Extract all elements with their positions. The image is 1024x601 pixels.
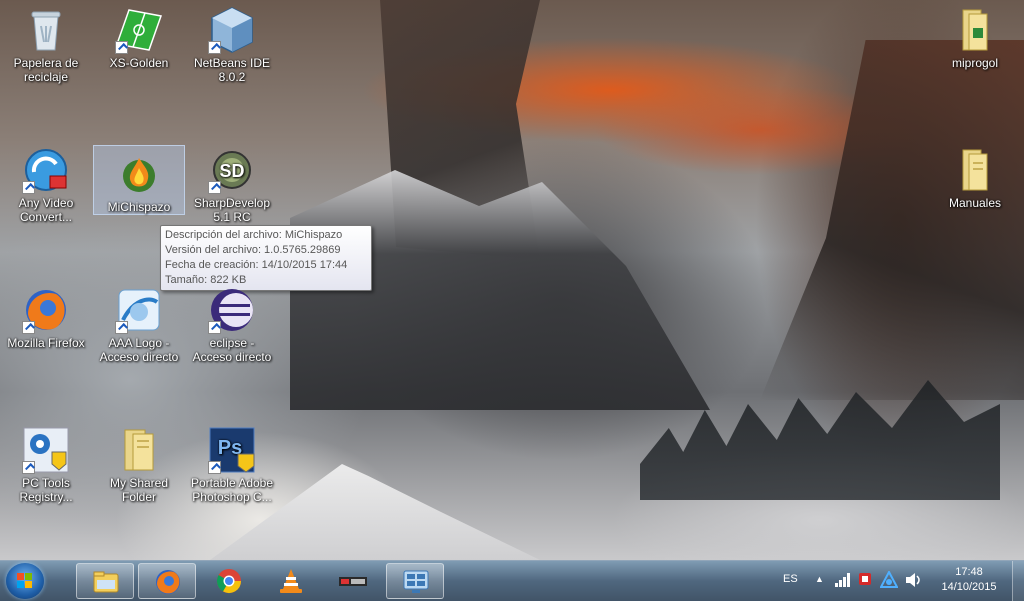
desktop-icon-eclipse[interactable]: eclipse - Acceso directo: [189, 286, 275, 364]
icon-label: miprogol: [951, 56, 999, 70]
taskbar-firefox-button[interactable]: [138, 563, 196, 599]
icon-label: MiChispazo: [107, 200, 171, 214]
desktop-icon-netbeans[interactable]: NetBeans IDE 8.0.2: [189, 6, 275, 84]
shortcut-arrow-icon: [115, 321, 128, 334]
shortcut-arrow-icon: [208, 461, 221, 474]
eclipse-icon: [208, 286, 256, 334]
desktop-icon-recycle-bin[interactable]: Papelera de reciclaje: [3, 6, 89, 84]
netbeans-cube-icon: [208, 6, 256, 54]
taskbar-chrome-button[interactable]: [200, 563, 258, 599]
desktop-icon-miprogol[interactable]: miprogol: [932, 6, 1018, 70]
icon-label: Portable Adobe Photoshop C...: [190, 476, 274, 504]
aaa-logo-icon: [115, 286, 163, 334]
desktop-icon-xs-golden[interactable]: XS-Golden: [96, 6, 182, 70]
desktop-icon-firefox[interactable]: Mozilla Firefox: [3, 286, 89, 350]
icon-label: eclipse - Acceso directo: [192, 336, 272, 364]
clock-date: 14/10/2015: [941, 581, 997, 593]
clock-time: 17:48: [955, 566, 983, 578]
shortcut-arrow-icon: [115, 41, 128, 54]
desktop-icon-aaa-logo[interactable]: AAA Logo - Acceso directo: [96, 286, 182, 364]
desktop-icon-any-video-converter[interactable]: Any Video Convert...: [3, 146, 89, 224]
shortcut-arrow-icon: [22, 321, 35, 334]
icon-label: Mozilla Firefox: [7, 336, 85, 350]
network-signal-icon[interactable]: [835, 573, 851, 587]
folder-icon: [92, 568, 120, 596]
icon-label: AAA Logo - Acceso directo: [99, 336, 179, 364]
icon-label: XS-Golden: [109, 56, 169, 70]
soccer-field-icon: [115, 6, 163, 54]
desktop-icon-sharpdevelop[interactable]: SD SharpDevelop 5.1 RC: [189, 146, 275, 224]
firefox-icon: [22, 286, 70, 334]
chrome-icon: [215, 567, 243, 595]
shortcut-arrow-icon: [22, 181, 35, 194]
taskbar-vlc-button[interactable]: [262, 563, 320, 599]
language-indicator[interactable]: ES: [783, 573, 798, 585]
speaker-icon[interactable]: [905, 572, 923, 588]
icon-label: Any Video Convert...: [18, 196, 74, 224]
tooltip-description: Descripción del archivo: MiChispazo: [165, 229, 343, 241]
tooltip-created: Fecha de creación: 14/10/2015 17:44: [165, 259, 348, 271]
video-converter-icon: [22, 146, 70, 194]
desktop-icon-pc-tools[interactable]: PC Tools Registry...: [3, 426, 89, 504]
desktop-icon-my-shared-folder[interactable]: My Shared Folder: [96, 426, 182, 504]
red-flag-icon[interactable]: [857, 571, 873, 589]
shortcut-arrow-icon: [22, 461, 35, 474]
desktop-icon-photoshop[interactable]: Ps Portable Adobe Photoshop C...: [189, 426, 275, 504]
sharpdevelop-gear-icon: SD: [208, 146, 256, 194]
folder-icon: [115, 426, 163, 474]
icon-label: SharpDevelop 5.1 RC: [193, 196, 271, 224]
show-desktop-button[interactable]: [1012, 561, 1024, 601]
firefox-icon: [154, 568, 182, 596]
shortcut-arrow-icon: [208, 41, 221, 54]
desktop-icon-manuales[interactable]: Manuales: [932, 146, 1018, 210]
shortcut-arrow-icon: [208, 181, 221, 194]
icon-label: My Shared Folder: [109, 476, 169, 504]
show-hidden-icons-icon[interactable]: ▲: [815, 574, 824, 584]
start-button[interactable]: [6, 563, 44, 599]
control-panel-icon: [402, 568, 430, 596]
taskbar: ES ▲ 17:48 14/10/2015: [0, 560, 1024, 601]
wallpaper-rock-right: [760, 40, 1024, 400]
icon-label: Manuales: [948, 196, 1002, 210]
file-info-tooltip: Descripción del archivo: MiChispazo Vers…: [160, 225, 372, 291]
update-agent-icon[interactable]: [879, 569, 899, 589]
pc-tools-gear-icon: [22, 426, 70, 474]
miprogol-logo-icon: [339, 567, 367, 595]
recycle-bin-icon: [22, 6, 70, 54]
taskbar-explorer-button[interactable]: [76, 563, 134, 599]
svg-text:SD: SD: [219, 161, 244, 181]
folder-icon: [951, 6, 999, 54]
vlc-cone-icon: [277, 567, 305, 595]
icon-label: NetBeans IDE 8.0.2: [193, 56, 271, 84]
flame-icon: [115, 150, 163, 198]
desktop[interactable]: Papelera de reciclaje XS-Golden NetBeans…: [0, 0, 1024, 560]
taskbar-miprogol-button[interactable]: [324, 563, 382, 599]
icon-label: PC Tools Registry...: [19, 476, 73, 504]
taskbar-control-panel-button[interactable]: [386, 563, 444, 599]
icon-label: Papelera de reciclaje: [13, 56, 79, 84]
tooltip-version: Versión del archivo: 1.0.5765.29869: [165, 244, 341, 256]
shortcut-arrow-icon: [208, 321, 221, 334]
taskbar-clock[interactable]: 17:48 14/10/2015: [932, 565, 1006, 595]
desktop-icon-michispazo[interactable]: MiChispazo: [93, 145, 185, 215]
photoshop-icon: Ps: [208, 426, 256, 474]
folder-icon: [951, 146, 999, 194]
windows-logo-icon: [17, 573, 33, 589]
